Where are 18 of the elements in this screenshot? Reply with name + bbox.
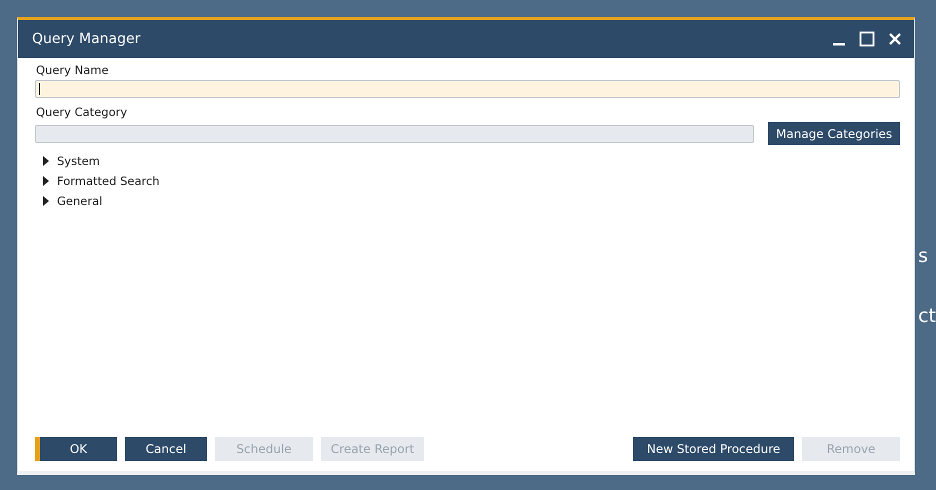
manage-categories-button[interactable]: Manage Categories: [768, 122, 900, 145]
close-icon[interactable]: [888, 32, 902, 46]
background-text: s: [918, 245, 929, 267]
query-name-field[interactable]: [35, 80, 900, 98]
background-text: ct: [918, 305, 936, 327]
expand-arrow-icon[interactable]: [42, 156, 50, 166]
tree-item[interactable]: General: [57, 194, 102, 208]
maximize-icon[interactable]: [859, 31, 876, 47]
tree-item[interactable]: Formatted Search: [57, 174, 160, 188]
window-title: Query Manager: [32, 31, 140, 47]
dialog-button[interactable]: New Stored Procedure: [633, 437, 794, 461]
field-label: Query Name: [36, 63, 110, 77]
tree-item[interactable]: System: [57, 154, 100, 168]
field-label: Query Category: [36, 105, 128, 119]
expand-arrow-icon[interactable]: [42, 176, 50, 186]
dialog-button[interactable]: OK: [35, 437, 117, 461]
dialog-button[interactable]: Cancel: [125, 437, 207, 461]
expand-arrow-icon[interactable]: [42, 196, 50, 206]
